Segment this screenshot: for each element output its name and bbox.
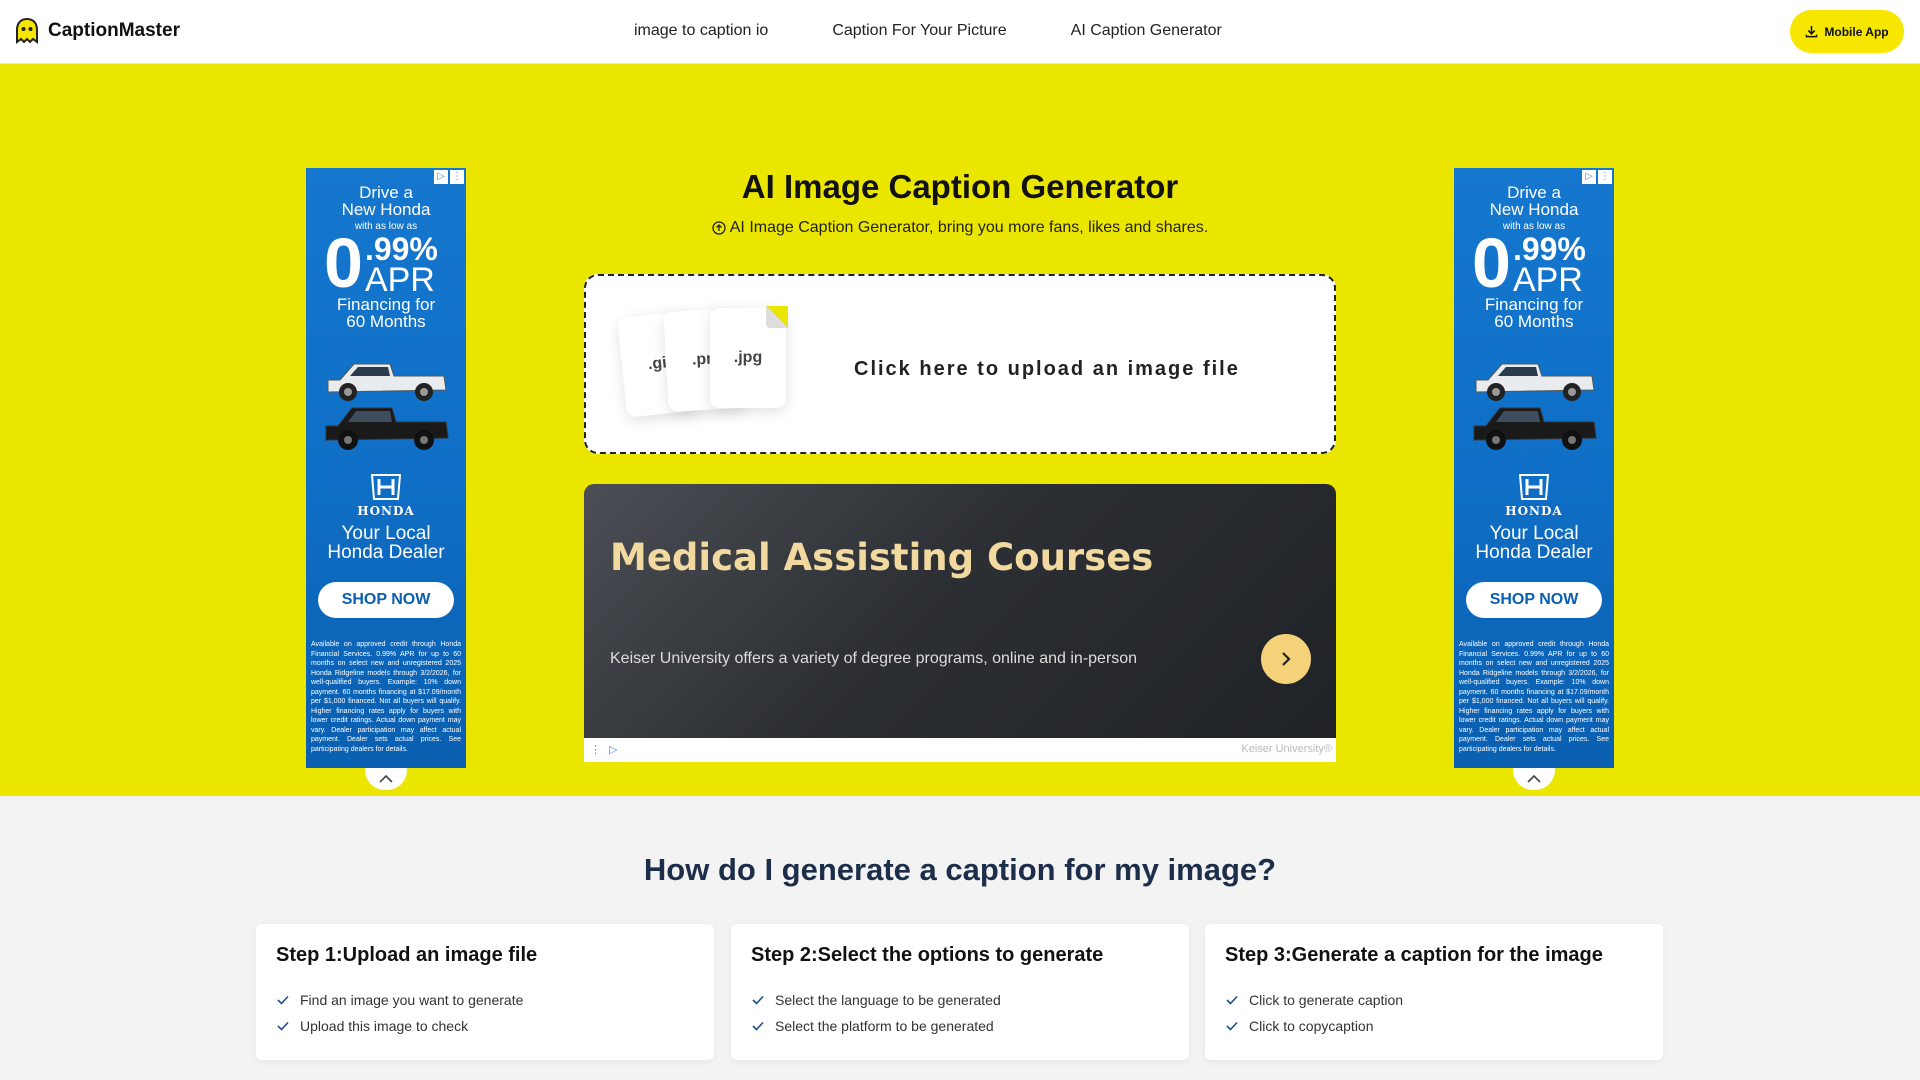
nav-link-image-to-caption[interactable]: image to caption io [634, 22, 768, 40]
ad-footer: ⋮ ▷ Keiser University® [584, 738, 1336, 762]
jpg-file-icon: .jpg [710, 306, 788, 408]
step-card-2: Step 2:Select the options to generate Se… [731, 924, 1189, 1060]
step-title: Step 3:Generate a caption for the image [1225, 944, 1603, 966]
step-card-3: Step 3:Generate a caption for the image … [1205, 924, 1663, 1060]
side-ad-right[interactable]: ▷ ⋮ Drive a New Honda with as low as 0 .9… [1454, 168, 1614, 768]
step-list: Find an image you want to generate Uploa… [276, 992, 523, 1044]
how-to-section: How do I generate a caption for my image… [0, 796, 1920, 1080]
black-truck-image [1473, 407, 1597, 450]
ad-menu-icon[interactable]: ⋮ [1598, 170, 1612, 184]
list-item: Upload this image to check [276, 1018, 523, 1034]
list-item: Click to copycaption [1225, 1018, 1403, 1034]
how-to-title: How do I generate a caption for my image… [643, 852, 1277, 887]
ad-menu-icon[interactable]: ⋮ [450, 170, 464, 184]
top-header: CaptionMaster image to caption io Captio… [0, 0, 1920, 64]
check-icon [1226, 1021, 1238, 1031]
ad-next-button[interactable] [1261, 634, 1311, 684]
ad-title: Medical Assisting Courses [610, 536, 1154, 579]
list-item: Select the language to be generated [751, 992, 1001, 1008]
collapse-ad-button-left[interactable] [365, 768, 407, 790]
step-list: Select the language to be generated Sele… [751, 992, 1001, 1044]
ad-dealer: Your Local Honda Dealer [1475, 523, 1593, 563]
ad-choices-icon[interactable]: ▷ [1582, 170, 1596, 184]
ad-rate: 0 .99% APR [324, 224, 438, 302]
ad-sponsor: Keiser University® [1241, 743, 1332, 755]
ad-choices-icon[interactable]: ▷ [609, 743, 617, 756]
honda-brand: HONDA [357, 504, 415, 518]
shop-now-button[interactable]: SHOP NOW [318, 582, 454, 618]
upload-dropzone[interactable]: .gif .pn .jpg Click here to upload an im… [584, 274, 1336, 454]
ad-menu-icon[interactable]: ⋮ [590, 743, 601, 756]
ad-fine-print: Available on approved credit through Hon… [1459, 641, 1609, 753]
shop-now-button[interactable]: SHOP NOW [1466, 582, 1602, 618]
honda-logo-icon [1518, 474, 1550, 500]
list-item: Click to generate caption [1225, 992, 1403, 1008]
ad-description: Keiser University offers a variety of de… [610, 650, 1138, 667]
page-title: AI Image Caption Generator [741, 168, 1179, 205]
chevron-up-icon [1527, 774, 1541, 783]
chevron-right-icon [1282, 652, 1291, 666]
arrow-circle-icon [712, 221, 726, 235]
main-nav: image to caption io Caption For Your Pic… [634, 22, 1222, 40]
black-truck-image [325, 407, 449, 450]
honda-logo-icon [370, 474, 402, 500]
hero-section: AI Image Caption Generator AI Image Capt… [0, 64, 1920, 796]
step-list: Click to generate caption Click to copyc… [1225, 992, 1403, 1044]
mobile-app-button[interactable]: Mobile App [1790, 10, 1904, 53]
logo-text: CaptionMaster [48, 20, 180, 41]
nav-link-ai-caption-generator[interactable]: AI Caption Generator [1071, 22, 1222, 40]
ad-banner[interactable]: Medical Assisting Courses Keiser Univers… [584, 484, 1336, 738]
upload-prompt: Click here to upload an image file [854, 358, 1240, 380]
ad-financing: Financing for 60 Months [1484, 295, 1584, 331]
check-icon [277, 995, 289, 1005]
ad-financing: Financing for 60 Months [336, 295, 436, 331]
download-icon [1806, 25, 1818, 38]
collapse-ad-button-right[interactable] [1513, 768, 1555, 790]
step-title: Step 1:Upload an image file [276, 944, 538, 966]
check-icon [752, 1021, 764, 1031]
honda-brand: HONDA [1505, 504, 1563, 518]
list-item: Find an image you want to generate [276, 992, 523, 1008]
ghost-logo-icon [16, 18, 38, 44]
ad-fine-print: Available on approved credit through Hon… [311, 641, 461, 753]
step-card-1: Step 1:Upload an image file Find an imag… [256, 924, 714, 1060]
check-icon [752, 995, 764, 1005]
chevron-up-icon [379, 774, 393, 783]
nav-link-caption-for-picture[interactable]: Caption For Your Picture [832, 22, 1006, 40]
logo[interactable]: CaptionMaster [16, 18, 180, 44]
mobile-app-label: Mobile App [1824, 24, 1889, 39]
ad-rate: 0 .99% APR [1472, 224, 1586, 302]
ad-choices-icon[interactable]: ▷ [434, 170, 448, 184]
ad-headline-2: New Honda [1489, 200, 1579, 219]
ad-headline-2: New Honda [341, 200, 431, 219]
step-title: Step 2:Select the options to generate [751, 944, 1104, 966]
check-icon [277, 1021, 289, 1031]
list-item: Select the platform to be generated [751, 1018, 1001, 1034]
page-subtitle: AI Image Caption Generator, bring you mo… [0, 219, 1920, 237]
side-ad-left[interactable]: ▷ ⋮ Drive a New Honda with as low as 0 .9… [306, 168, 466, 768]
check-icon [1226, 995, 1238, 1005]
subtitle-text: AI Image Caption Generator, bring you mo… [729, 219, 1209, 236]
ad-dealer: Your Local Honda Dealer [327, 523, 445, 563]
